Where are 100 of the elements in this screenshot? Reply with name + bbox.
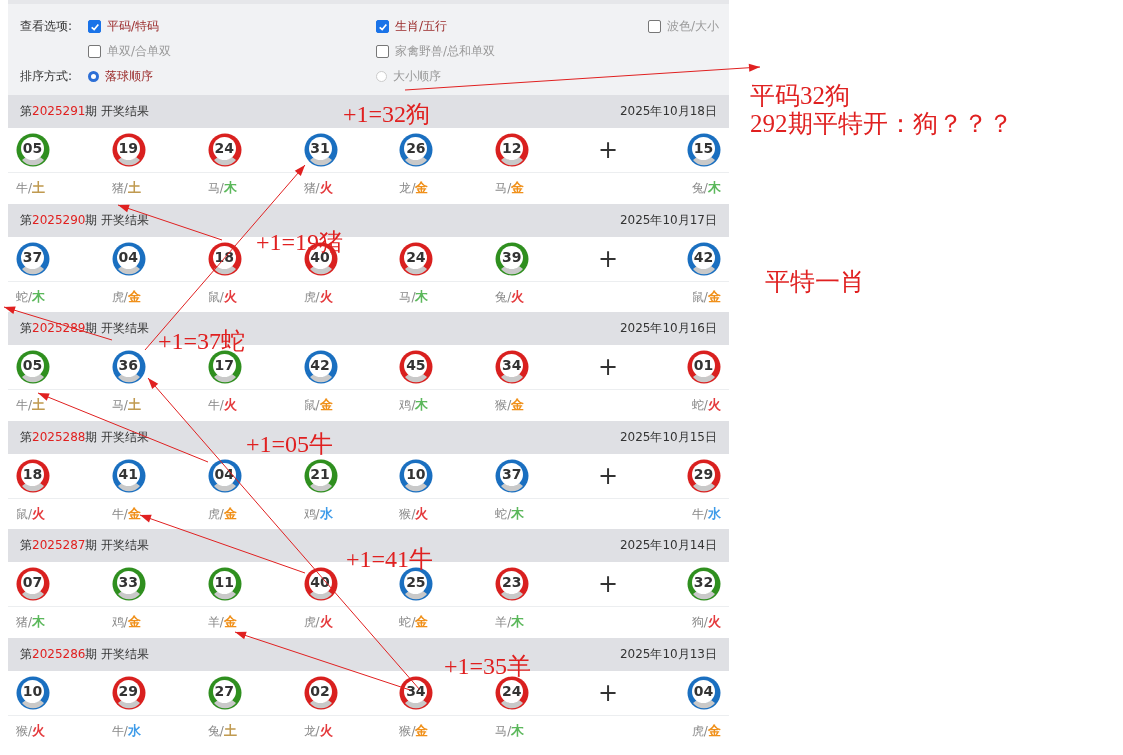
checkmark-icon [89,21,100,32]
number-ball: 05 [16,133,50,167]
number-ball: 10 [16,675,50,710]
number-ball: 29 [686,458,721,493]
zodiac-element-label: 兔/土 [207,721,238,740]
period-title: 第2025287期 开奖结果 [20,537,150,554]
zodiac-element-label: 马/木 [495,721,526,740]
number-ball: 34 [399,675,434,710]
number-ball: 18 [207,241,242,276]
draw-date: 2025年10月18日 [619,103,717,120]
number-ball: 18 [16,458,50,493]
zodiac-element-label: 鸡/木 [399,396,430,414]
option-checkbox[interactable]: 平码/特码 [88,17,160,36]
view-options-label: 查看选项: [20,18,74,35]
number-ball: 26 [399,133,434,167]
option-checkbox[interactable]: 单双/合单双 [88,42,172,61]
zodiac-element-label: 牛/火 [207,396,238,414]
option-checkbox[interactable]: 生肖/五行 [376,17,448,36]
zodiac-element-label: 马/金 [495,179,526,197]
number-ball: 24 [207,133,242,167]
number-ball: 05 [16,350,50,384]
zodiac-element-label: 牛/土 [16,179,47,197]
zodiac-element-label: 龙/火 [303,721,334,740]
zodiac-element-label: 鼠/金 [303,396,334,414]
zodiac-element-label: 羊/木 [495,613,526,631]
plus-sign: + [597,677,620,708]
number-ball: 19 [111,133,146,167]
number-ball: 37 [495,458,530,493]
number-ball: 04 [686,675,721,710]
draw-date: 2025年10月17日 [619,211,717,229]
zodiac-element-label: 牛/土 [16,396,47,414]
draw-date: 2025年10月16日 [619,320,717,337]
zodiac-element-label: 猴/金 [495,396,526,414]
note-text: 平码32狗 [750,82,850,110]
zodiac-element-label: 蛇/金 [399,613,430,631]
zodiac-element-label: 猴/火 [16,721,47,740]
annotation-text: +1=32狗 [343,100,431,128]
zodiac-element-label: 虎/火 [303,613,334,631]
zodiac-element-label: 马/土 [111,396,142,414]
zodiac-element-label: 蛇/木 [495,504,526,523]
zodiac-element-label: 猪/土 [111,179,142,197]
zodiac-element-label: 牛/水 [111,721,142,740]
number-ball: 02 [303,675,338,710]
number-ball: 01 [686,350,721,384]
number-ball: 37 [16,241,50,276]
period-title: 第2025286期 开奖结果 [20,645,150,663]
zodiac-element-label: 虎/火 [303,287,334,306]
plus-sign: + [597,460,620,491]
zodiac-element-label: 兔/木 [690,179,721,197]
zodiac-element-label: 鼠/金 [690,287,721,306]
zodiac-element-label: 蛇/火 [690,396,721,414]
plus-sign: + [597,135,620,165]
plus-sign: + [597,352,620,382]
number-ball: 31 [303,133,338,167]
zodiac-element-label: 牛/金 [111,504,142,523]
number-ball: 27 [207,675,242,710]
annotation-text: +1=05牛 [246,430,334,458]
number-ball: 39 [495,241,530,276]
plus-sign: + [597,569,620,599]
number-ball: 21 [303,458,338,493]
zodiac-element-label: 马/木 [207,179,238,197]
number-ball: 33 [111,567,146,601]
number-ball: 15 [686,133,721,167]
zodiac-element-label: 虎/金 [111,287,142,306]
number-ball: 04 [111,241,146,276]
note-text: 平特一肖 [765,268,865,296]
zodiac-element-label: 猴/金 [399,721,430,740]
number-ball: 10 [399,458,434,493]
option-checkbox[interactable]: 波色/大小 [648,17,720,36]
draw-date: 2025年10月15日 [619,428,717,446]
zodiac-element-label: 虎/金 [690,721,721,740]
number-ball: 36 [111,350,146,384]
number-ball: 45 [399,350,434,384]
number-ball: 42 [303,350,338,384]
sort-radio[interactable]: 大小顺序 [376,67,441,86]
sort-radio[interactable]: 落球顺序 [88,67,153,86]
number-ball: 24 [399,241,434,276]
number-ball: 41 [111,458,146,493]
zodiac-element-label: 兔/火 [495,287,526,306]
number-ball: 11 [207,567,242,601]
zodiac-element-label: 鼠/火 [207,287,238,306]
number-ball: 34 [495,350,530,384]
zodiac-element-label: 蛇/木 [16,287,47,306]
note-text: 292期平特开：狗？？？ [750,110,1013,138]
option-checkbox[interactable]: 家禽野兽/总和单双 [376,42,496,61]
plus-sign: + [597,243,620,274]
zodiac-element-label: 虎/金 [207,504,238,523]
zodiac-element-label: 龙/金 [399,179,430,197]
zodiac-element-label: 猪/火 [303,179,334,197]
number-ball: 04 [207,458,242,493]
sort-options-label: 排序方式: [20,68,74,85]
number-ball: 32 [686,567,721,601]
zodiac-element-label: 鸡/金 [111,613,142,631]
number-ball: 23 [495,567,530,601]
number-ball: 42 [686,241,721,276]
zodiac-element-label: 狗/火 [690,613,721,631]
zodiac-element-label: 猪/木 [16,613,47,631]
draw-date: 2025年10月13日 [619,645,717,663]
zodiac-element-label: 鼠/火 [16,504,47,523]
zodiac-element-label: 鸡/水 [303,504,334,523]
